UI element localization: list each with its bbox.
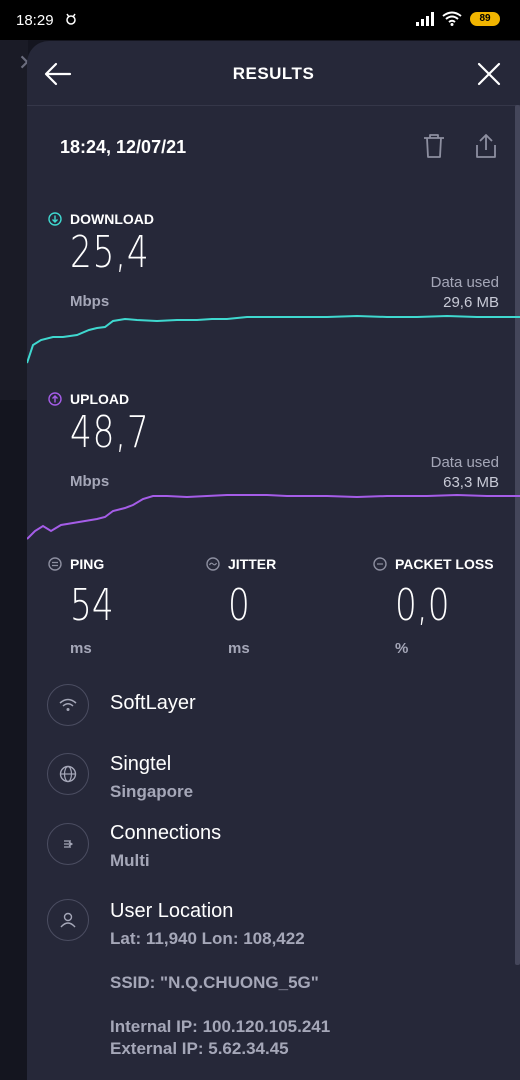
result-datetime: 18:24, 12/07/21 <box>60 137 187 157</box>
server-icon-circle <box>47 684 89 726</box>
provider-icon-circle <box>47 753 89 795</box>
packet-loss-icon <box>373 557 387 571</box>
packet-loss-label: PACKET LOSS <box>373 556 494 572</box>
jitter-value: 0 <box>228 580 250 631</box>
packet-loss-stat: PACKET LOSS 0,0 % <box>373 556 494 657</box>
status-icons: 89 <box>416 11 500 26</box>
download-graph <box>27 314 520 364</box>
provider-name: Singtel <box>110 753 172 775</box>
upload-data-used-label: Data used <box>430 454 499 471</box>
jitter-label: JITTER <box>206 556 276 572</box>
ping-icon <box>48 557 62 571</box>
ping-value: 54 <box>70 580 114 631</box>
packet-loss-unit: % <box>395 640 409 657</box>
share-button[interactable] <box>474 133 498 159</box>
upload-label: UPLOAD <box>48 391 129 407</box>
user-icon <box>60 912 76 928</box>
jitter-stat: JITTER 0 ms <box>206 556 276 657</box>
share-icon <box>476 134 496 158</box>
close-icon <box>477 62 501 86</box>
connections-label: Connections <box>110 822 222 844</box>
download-label: DOWNLOAD <box>48 211 154 227</box>
background-app-panel <box>0 40 28 400</box>
user-location-label: User Location <box>110 900 234 922</box>
ping-unit: ms <box>70 640 92 657</box>
upload-label-text: UPLOAD <box>70 391 130 407</box>
notification-icon <box>64 12 78 29</box>
ping-label: PING <box>48 556 104 572</box>
user-icon-circle <box>47 899 89 941</box>
arrow-down-circle-icon <box>48 212 62 226</box>
download-label-text: DOWNLOAD <box>70 211 154 227</box>
trash-icon <box>424 134 444 158</box>
user-location-ssid: SSID: "N.Q.CHUONG_5G" <box>110 973 319 992</box>
connections-icon-circle <box>47 823 89 865</box>
packet-loss-value: 0,0 <box>395 580 450 631</box>
download-data-used-label: Data used <box>430 274 499 291</box>
provider-location: Singapore <box>110 782 194 801</box>
jitter-unit: ms <box>228 640 250 657</box>
signal-icon <box>416 11 434 26</box>
arrow-up-circle-icon <box>48 392 62 406</box>
external-ip: External IP: 5.62.34.45 <box>110 1039 289 1058</box>
globe-icon <box>59 765 77 783</box>
upload-value: 48,7 <box>70 407 150 458</box>
battery-level: 89 <box>479 12 491 24</box>
close-button[interactable] <box>474 59 504 89</box>
upload-graph <box>27 493 520 540</box>
user-location-coords: Lat: 11,940 Lon: 108,422 <box>110 929 305 948</box>
page-title: RESULTS <box>232 64 315 83</box>
server-name: SoftLayer <box>110 692 196 714</box>
internal-ip: Internal IP: 100.120.105.241 <box>110 1017 331 1036</box>
battery-icon: 89 <box>470 11 500 26</box>
wifi-status-icon <box>442 11 462 26</box>
ping-stat: PING 54 ms <box>48 556 114 657</box>
wifi-icon <box>59 698 77 711</box>
connections-value: Multi <box>110 851 150 870</box>
connections-icon <box>64 840 74 848</box>
sheet-header: RESULTS <box>27 41 520 106</box>
packet-loss-label-text: PACKET LOSS <box>395 556 494 572</box>
ping-label-text: PING <box>70 556 105 572</box>
status-time: 18:29 <box>16 12 54 29</box>
results-sheet: RESULTS 18:24, 12/07/21 DOWNLOAD 25,4 Mb… <box>27 41 520 1080</box>
download-graph-line <box>27 314 520 364</box>
jitter-icon <box>206 557 220 571</box>
jitter-label-text: JITTER <box>228 556 277 572</box>
download-value: 25,4 <box>70 227 150 278</box>
upload-graph-line <box>27 493 520 540</box>
status-bar: 18:29 89 <box>0 0 520 40</box>
delete-button[interactable] <box>422 133 446 159</box>
